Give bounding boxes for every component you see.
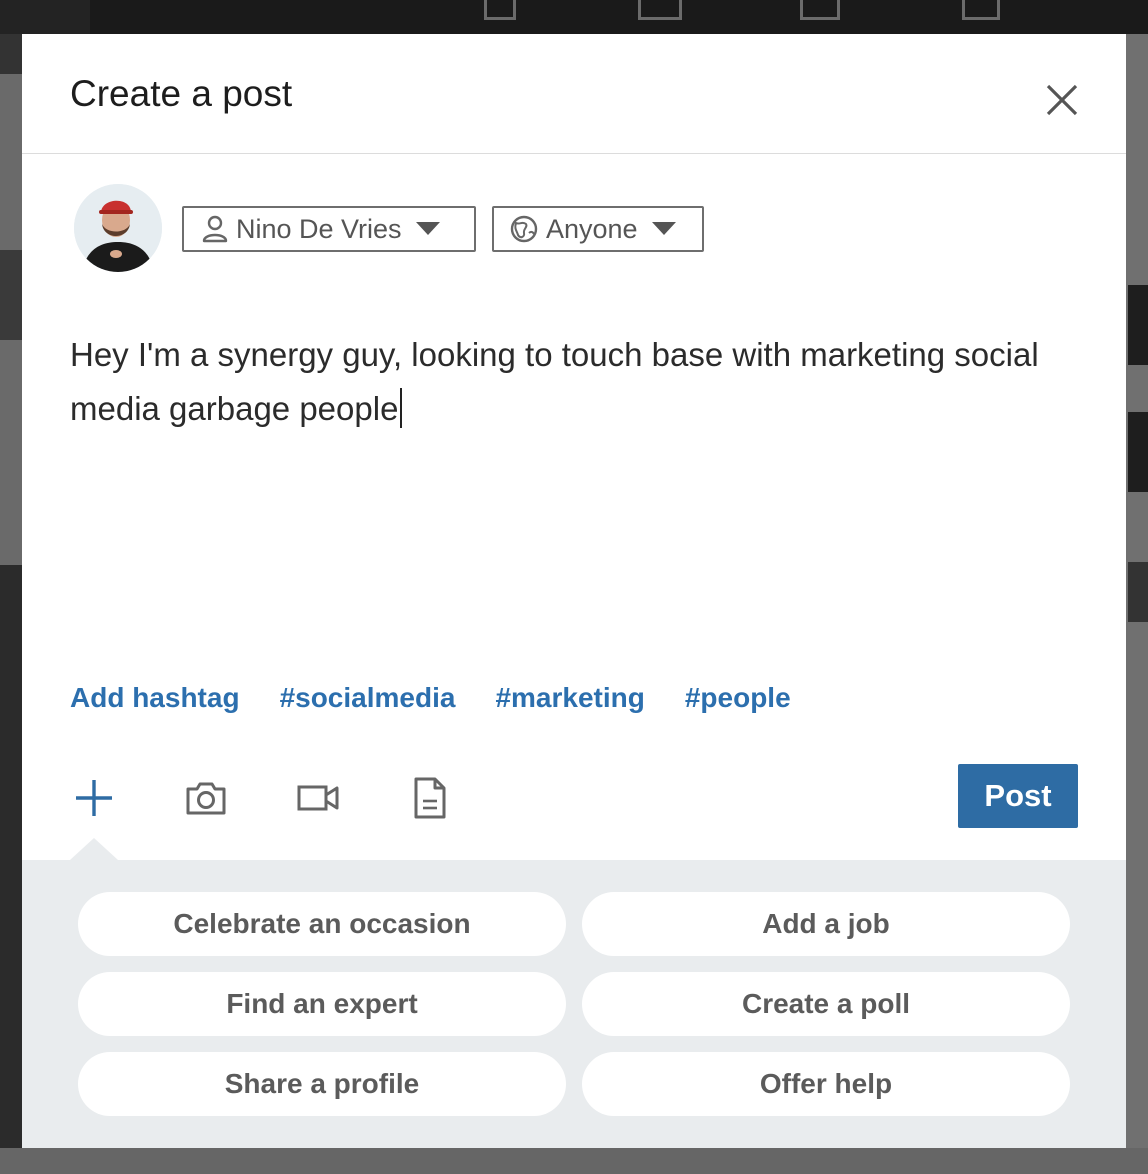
visibility-selector[interactable]: Anyone (492, 206, 704, 252)
background-network-icon (638, 0, 682, 20)
background-messaging-icon (962, 0, 1000, 20)
share-profile-button[interactable]: Share a profile (78, 1052, 566, 1116)
add-job-button[interactable]: Add a job (582, 892, 1070, 956)
plus-icon (76, 780, 112, 816)
background-right-logo-2 (1128, 412, 1148, 492)
post-text: Hey I'm a synergy guy, looking to touch … (70, 336, 1039, 427)
background-bottom (0, 1148, 1148, 1174)
more-options-button[interactable] (70, 774, 118, 822)
author-name: Nino De Vries (236, 213, 402, 244)
chevron-down-icon (651, 222, 676, 235)
avatar-photo (74, 184, 162, 272)
modal-title: Create a post (70, 73, 293, 114)
hashtag-socialmedia[interactable]: #socialmedia (280, 682, 456, 714)
find-expert-button[interactable]: Find an expert (78, 972, 566, 1036)
post-button[interactable]: Post (958, 764, 1078, 828)
globe-icon (510, 215, 538, 243)
create-post-modal: Create a post Nino De Vries Anyone Hey I… (22, 34, 1126, 1148)
background-topbar (0, 0, 1148, 34)
add-photo-button[interactable] (182, 774, 230, 822)
background-left-header (0, 34, 22, 74)
background-jobs-icon (800, 0, 840, 20)
hashtag-bar: Add hashtag #socialmedia #marketing #peo… (70, 678, 831, 718)
hashtag-marketing[interactable]: #marketing (495, 682, 644, 714)
add-video-button[interactable] (294, 774, 342, 822)
panel-pointer (70, 838, 118, 860)
chevron-down-icon (415, 222, 440, 235)
add-hashtag-button[interactable]: Add hashtag (70, 682, 240, 714)
background-right-logo-1 (1128, 285, 1148, 365)
author-selector[interactable]: Nino De Vries (182, 206, 476, 252)
add-document-button[interactable] (406, 774, 454, 822)
background-topbar-logo-area (0, 0, 90, 34)
close-icon (1046, 84, 1078, 116)
hashtag-people[interactable]: #people (685, 682, 791, 714)
post-text-area[interactable]: Hey I'm a synergy guy, looking to touch … (70, 328, 1070, 436)
offer-help-button[interactable]: Offer help (582, 1052, 1070, 1116)
celebrate-occasion-button[interactable]: Celebrate an occasion (78, 892, 566, 956)
background-home-icon (484, 0, 516, 20)
text-caret (400, 388, 403, 428)
background-left-avatar (0, 250, 22, 340)
close-button[interactable] (1038, 76, 1086, 124)
modal-header: Create a post (22, 34, 1126, 154)
document-icon (414, 777, 446, 819)
post-options-panel: Celebrate an occasion Add a job Find an … (22, 838, 1126, 1148)
create-poll-button[interactable]: Create a poll (582, 972, 1070, 1036)
video-icon (297, 785, 339, 811)
person-icon (202, 215, 228, 243)
avatar (74, 184, 162, 272)
camera-icon (186, 782, 226, 815)
background-right-logo-3 (1128, 562, 1148, 622)
background-left-image (0, 565, 22, 1174)
visibility-label: Anyone (546, 213, 638, 244)
